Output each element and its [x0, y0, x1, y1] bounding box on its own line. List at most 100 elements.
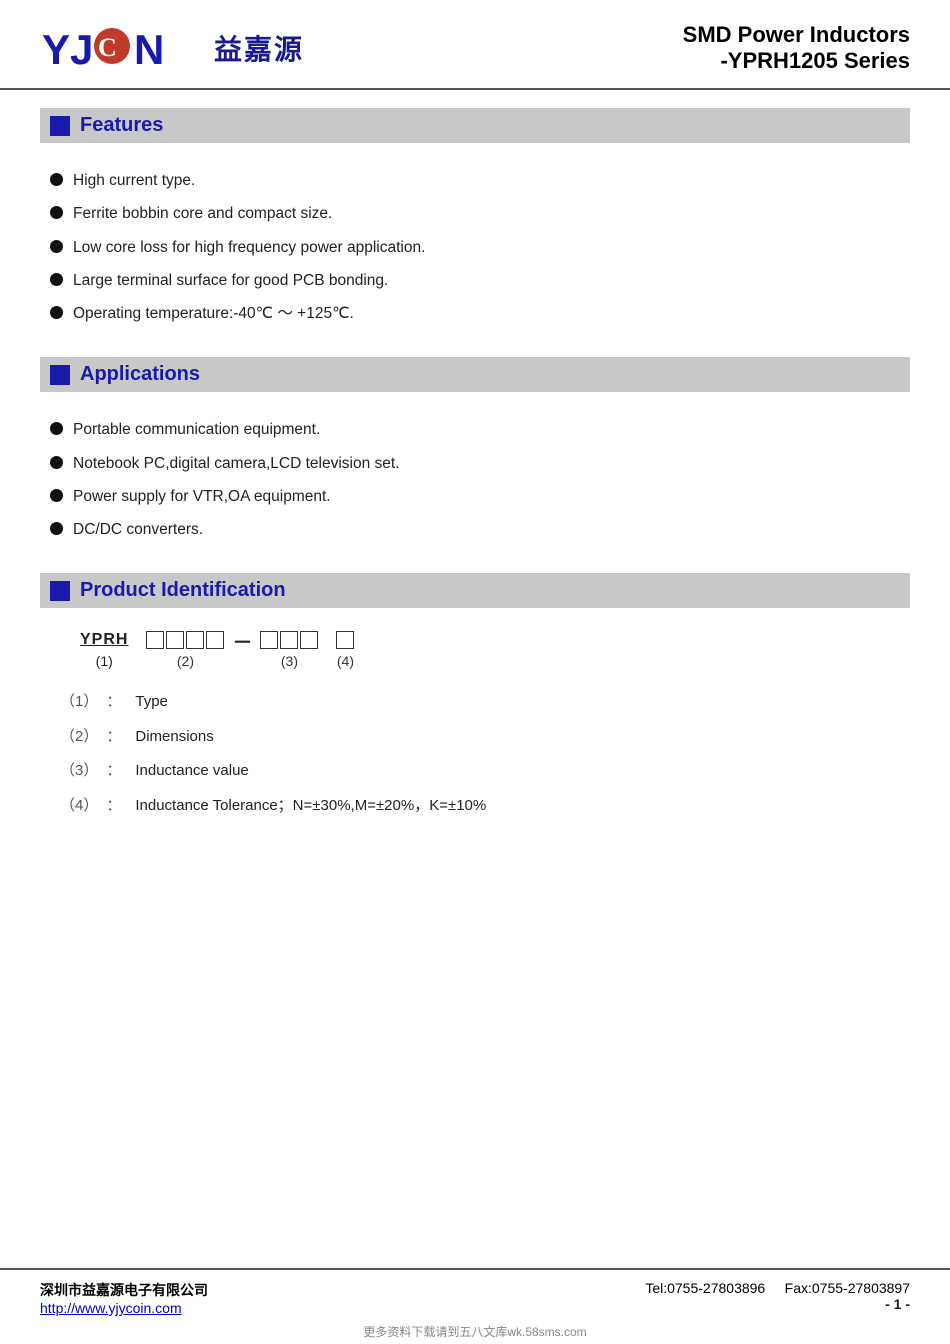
footer-watermark: 更多资料下载请到五八文库wk.58sms.com — [40, 1323, 910, 1340]
pid-desc-text: Dimensions — [135, 726, 213, 749]
feature-item-text: Operating temperature:-40℃ ～ +125℃. — [73, 302, 354, 325]
footer-fax: Fax:0755-27803897 — [785, 1280, 910, 1296]
pid-desc-colon: ： — [106, 691, 121, 714]
bullet-dot-icon — [50, 173, 63, 186]
bullet-dot-icon — [50, 240, 63, 253]
pid-box — [280, 631, 298, 649]
pid-desc-text: Inductance value — [135, 760, 248, 783]
product-id-title: Product Identification — [80, 579, 286, 602]
feature-item-text: Low core loss for high frequency power a… — [73, 236, 425, 259]
feature-item-text: Ferrite bobbin core and compact size. — [73, 202, 332, 225]
application-item-text: Power supply for VTR,OA equipment. — [73, 485, 331, 508]
pid-desc-num: （1） — [60, 691, 98, 714]
logo-area: Y J C N 益嘉源 — [40, 22, 304, 74]
pid-box — [260, 631, 278, 649]
pid-part4-boxes — [336, 631, 354, 649]
bullet-dot-icon — [50, 306, 63, 319]
footer-left: 深圳市益嘉源电子有限公司 http://www.yjycoin.com — [40, 1280, 208, 1317]
footer-tel: Tel:0755-27803896 — [645, 1280, 765, 1296]
pid-desc-colon: ： — [106, 760, 121, 783]
pid-box — [336, 631, 354, 649]
header-title: SMD Power Inductors -YPRH1205 Series — [683, 22, 910, 74]
pid-part2-label: (2) — [177, 653, 194, 669]
bullet-dot-icon — [50, 206, 63, 219]
product-id-icon — [50, 581, 70, 601]
bullet-dot-icon — [50, 273, 63, 286]
pid-part1-label: (1) — [96, 653, 113, 669]
product-id-section-bar: Product Identification — [40, 573, 910, 608]
pid-desc-num: （4） — [60, 795, 98, 818]
pid-desc-item: （2） ： Dimensions — [60, 726, 910, 749]
applications-icon — [50, 365, 70, 385]
pid-part2-segment: (2) — [146, 631, 224, 669]
pid-dash: － — [232, 626, 252, 673]
pid-box — [186, 631, 204, 649]
svg-text:J: J — [70, 26, 93, 73]
pid-box — [300, 631, 318, 649]
list-item: DC/DC converters. — [50, 518, 910, 541]
pid-desc-colon: ： — [106, 726, 121, 749]
header-title-line1: SMD Power Inductors — [683, 22, 910, 48]
bullet-dot-icon — [50, 522, 63, 535]
footer-page-number: - 1 - — [645, 1296, 910, 1312]
company-logo-icon: Y J C N — [40, 22, 200, 74]
pid-part3-boxes — [260, 631, 318, 649]
list-item: High current type. — [50, 169, 910, 192]
features-title: Features — [80, 114, 163, 137]
applications-title: Applications — [80, 363, 200, 386]
list-item: Portable communication equipment. — [50, 418, 910, 441]
svg-text:C: C — [98, 33, 117, 62]
pid-part4-label: (4) — [337, 653, 354, 669]
pid-box — [206, 631, 224, 649]
pid-desc-text: Inductance Tolerance；N=±30%,M=±20%，K=±10… — [135, 795, 486, 818]
features-icon — [50, 116, 70, 136]
footer-right: Tel:0755-27803896 Fax:0755-27803897 - 1 … — [645, 1280, 910, 1312]
list-item: Large terminal surface for good PCB bond… — [50, 269, 910, 292]
list-item: Operating temperature:-40℃ ～ +125℃. — [50, 302, 910, 325]
logo-chinese-text: 益嘉源 — [214, 28, 304, 68]
feature-item-text: High current type. — [73, 169, 195, 192]
list-item: Low core loss for high frequency power a… — [50, 236, 910, 259]
footer-company-name: 深圳市益嘉源电子有限公司 — [40, 1280, 208, 1300]
features-section-bar: Features — [40, 108, 910, 143]
pid-part1-segment: YPRH (1) — [80, 631, 128, 669]
pid-part3-segment: (3) — [260, 631, 318, 669]
pid-box — [166, 631, 184, 649]
pid-box — [146, 631, 164, 649]
application-item-text: Notebook PC,digital camera,LCD televisio… — [73, 452, 400, 475]
pid-desc-item: （1） ： Type — [60, 691, 910, 714]
header: Y J C N 益嘉源 SMD Power Inductors -YPRH120… — [0, 0, 950, 90]
features-list: High current type. Ferrite bobbin core a… — [40, 155, 910, 339]
applications-section-bar: Applications — [40, 357, 910, 392]
application-item-text: DC/DC converters. — [73, 518, 203, 541]
list-item: Ferrite bobbin core and compact size. — [50, 202, 910, 225]
feature-item-text: Large terminal surface for good PCB bond… — [73, 269, 388, 292]
pid-desc-colon: ： — [106, 795, 121, 818]
footer-contact: Tel:0755-27803896 Fax:0755-27803897 — [645, 1280, 910, 1296]
footer-main-row: 深圳市益嘉源电子有限公司 http://www.yjycoin.com Tel:… — [40, 1280, 910, 1317]
pid-part2-boxes — [146, 631, 224, 649]
bullet-dot-icon — [50, 422, 63, 435]
pid-descriptions-list: （1） ： Type （2） ： Dimensions （3） ： Induct… — [60, 691, 910, 817]
list-item: Notebook PC,digital camera,LCD televisio… — [50, 452, 910, 475]
svg-text:N: N — [134, 26, 164, 73]
pid-desc-item: （4） ： Inductance Tolerance；N=±30%,M=±20%… — [60, 795, 910, 818]
pid-part3-label: (3) — [281, 653, 298, 669]
application-item-text: Portable communication equipment. — [73, 418, 320, 441]
pid-part1-text: YPRH — [80, 631, 128, 649]
footer-website-link[interactable]: http://www.yjycoin.com — [40, 1300, 182, 1316]
pid-desc-item: （3） ： Inductance value — [60, 760, 910, 783]
pid-part4-segment: (4) — [336, 631, 354, 669]
pid-desc-num: （2） — [60, 726, 98, 749]
list-item: Power supply for VTR,OA equipment. — [50, 485, 910, 508]
svg-text:Y: Y — [42, 26, 70, 73]
bullet-dot-icon — [50, 456, 63, 469]
bullet-dot-icon — [50, 489, 63, 502]
footer: 深圳市益嘉源电子有限公司 http://www.yjycoin.com Tel:… — [0, 1268, 950, 1344]
pid-desc-num: （3） — [60, 760, 98, 783]
page-wrapper: Y J C N 益嘉源 SMD Power Inductors -YPRH120… — [0, 0, 950, 1344]
pid-boxes-row: YPRH (1) (2) － — [80, 626, 910, 673]
content-area: Features High current type. Ferrite bobb… — [0, 90, 950, 1268]
header-title-line2: -YPRH1205 Series — [683, 48, 910, 74]
product-id-diagram: YPRH (1) (2) － — [80, 626, 910, 673]
